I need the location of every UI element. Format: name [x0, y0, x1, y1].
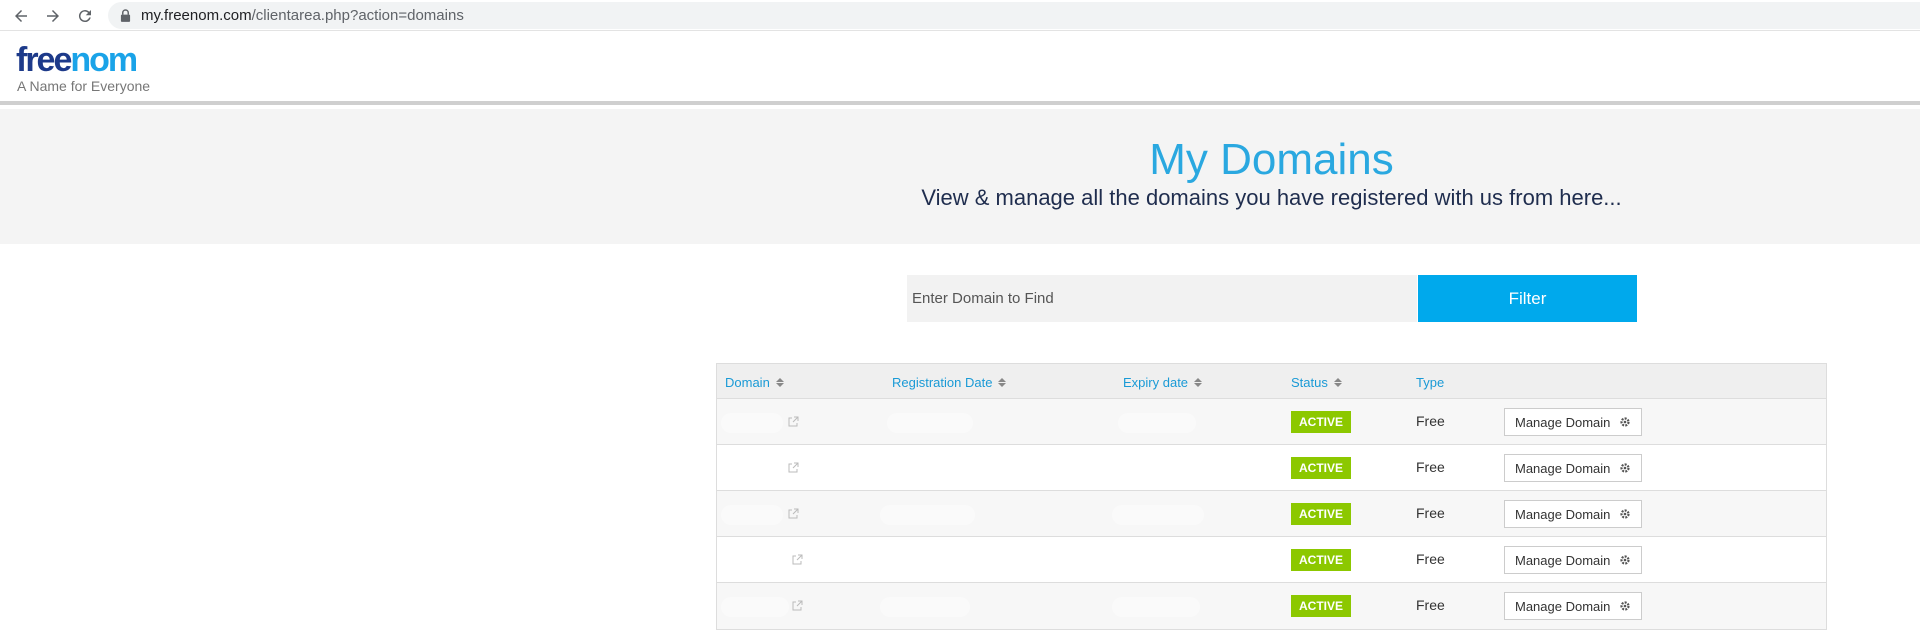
domains-table: Domain Registration Date Expiry date Sta…	[716, 363, 1827, 630]
domain-type: Free	[1416, 551, 1445, 567]
gear-icon	[1619, 416, 1631, 428]
redacted-expiry-date	[1112, 597, 1200, 617]
manage-domain-button[interactable]: Manage Domain	[1504, 546, 1643, 574]
table-row: ACTIVE Free Manage Domain	[717, 491, 1826, 537]
redacted-expiry-date	[1118, 413, 1196, 433]
page-title: My Domains	[1149, 135, 1394, 184]
forward-icon[interactable]	[41, 4, 65, 28]
domain-search-input[interactable]	[907, 275, 1417, 322]
manage-domain-button[interactable]: Manage Domain	[1504, 408, 1643, 436]
redacted-domain	[721, 413, 783, 433]
gear-icon	[1619, 462, 1631, 474]
gear-icon	[1619, 554, 1631, 566]
gear-icon	[1619, 600, 1631, 612]
sort-icon	[1333, 378, 1342, 387]
sort-icon	[775, 378, 784, 387]
sort-icon	[1194, 378, 1203, 387]
column-header-domain[interactable]: Domain	[725, 375, 784, 390]
redacted-expiry-date	[1112, 505, 1204, 525]
domain-type: Free	[1416, 413, 1445, 429]
sort-icon	[998, 378, 1007, 387]
column-header-expiry-date[interactable]: Expiry date	[1123, 375, 1203, 390]
external-link-icon[interactable]	[791, 599, 803, 611]
external-link-icon[interactable]	[787, 461, 799, 473]
column-header-registration-date[interactable]: Registration Date	[892, 375, 1007, 390]
page-subtitle: View & manage all the domains you have r…	[921, 185, 1622, 210]
manage-domain-button[interactable]: Manage Domain	[1504, 592, 1643, 620]
page-hero: My Domains View & manage all the domains…	[0, 109, 1920, 244]
redacted-registration-date	[880, 505, 975, 525]
gear-icon	[1619, 508, 1631, 520]
domain-type: Free	[1416, 597, 1445, 613]
table-header: Domain Registration Date Expiry date Sta…	[717, 364, 1826, 399]
lock-icon	[120, 9, 131, 22]
site-header: freenom A Name for Everyone	[0, 32, 1920, 105]
tagline: A Name for Everyone	[17, 78, 151, 94]
domain-type: Free	[1416, 505, 1445, 521]
reload-icon[interactable]	[73, 4, 97, 28]
external-link-icon[interactable]	[787, 415, 799, 427]
redacted-domain	[721, 597, 789, 617]
status-badge: ACTIVE	[1291, 595, 1352, 617]
manage-domain-button[interactable]: Manage Domain	[1504, 454, 1643, 482]
filter-button[interactable]: Filter	[1418, 275, 1637, 322]
table-row: ACTIVE Free Manage Domain	[717, 399, 1826, 445]
status-badge: ACTIVE	[1291, 411, 1352, 433]
column-header-type: Type	[1416, 375, 1445, 390]
status-badge: ACTIVE	[1291, 549, 1352, 571]
table-row: ACTIVE Free Manage Domain	[717, 583, 1826, 629]
table-row: ACTIVE Free Manage Domain	[717, 445, 1826, 491]
table-row: ACTIVE Free Manage Domain	[717, 537, 1826, 583]
back-icon[interactable]	[9, 4, 33, 28]
redacted-registration-date	[880, 597, 970, 617]
manage-domain-button[interactable]: Manage Domain	[1504, 500, 1643, 528]
domain-type: Free	[1416, 459, 1445, 475]
browser-toolbar: my.freenom.com/clientarea.php?action=dom…	[0, 0, 1920, 31]
external-link-icon[interactable]	[791, 553, 803, 565]
redacted-registration-date	[887, 413, 973, 433]
url-text: my.freenom.com/clientarea.php?action=dom…	[141, 7, 464, 24]
column-header-status[interactable]: Status	[1291, 375, 1342, 390]
address-bar[interactable]: my.freenom.com/clientarea.php?action=dom…	[108, 2, 1920, 29]
freenom-logo[interactable]: freenom	[16, 43, 138, 77]
status-badge: ACTIVE	[1291, 457, 1352, 479]
redacted-domain	[721, 505, 783, 525]
status-badge: ACTIVE	[1291, 503, 1352, 525]
external-link-icon[interactable]	[787, 507, 799, 519]
